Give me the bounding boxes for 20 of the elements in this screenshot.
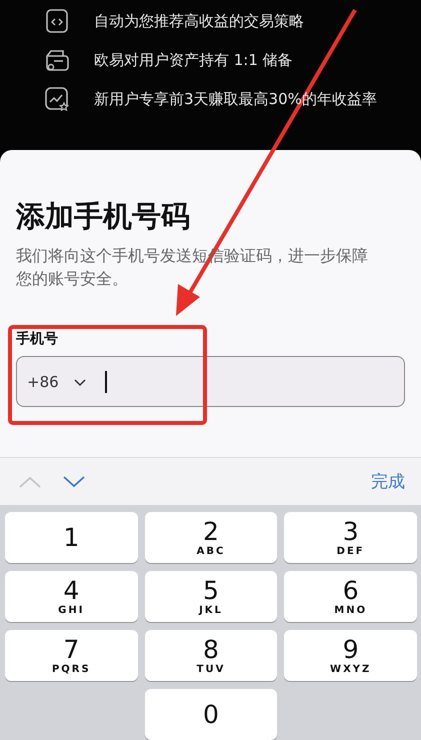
keypad-key[interactable]: 3 DEF [284, 512, 417, 563]
feature-text: 欧易对用户资产持有 1:1 储备 [94, 50, 293, 70]
keypad-key[interactable]: 4 GHI [5, 571, 138, 622]
keypad-key[interactable]: 6 MNO [284, 571, 417, 622]
keypad-key[interactable]: 8 TUV [144, 630, 278, 681]
feature-text: 自动为您推荐高收益的交易策略 [94, 12, 304, 30]
country-code[interactable]: +86 [27, 372, 59, 390]
sheet-title: 添加手机号码 [16, 198, 191, 235]
keypad-key[interactable]: 5 JKL [144, 571, 278, 622]
keypad-key[interactable]: 1 [5, 512, 138, 563]
keypad-key[interactable]: 2 ABC [144, 512, 278, 563]
phone-input-field[interactable]: +86 [16, 356, 405, 407]
keypad-key[interactable]: 7 PQRS [5, 630, 138, 681]
field-label: 手机号 [16, 330, 59, 348]
wallet-icon [44, 47, 70, 73]
done-button[interactable]: 完成 [371, 470, 405, 493]
keypad-key[interactable]: 0 [144, 689, 278, 740]
chevron-down-icon[interactable] [72, 376, 87, 386]
code-file-icon [44, 8, 70, 34]
keypad-key[interactable]: 9 WXYZ [284, 630, 417, 681]
